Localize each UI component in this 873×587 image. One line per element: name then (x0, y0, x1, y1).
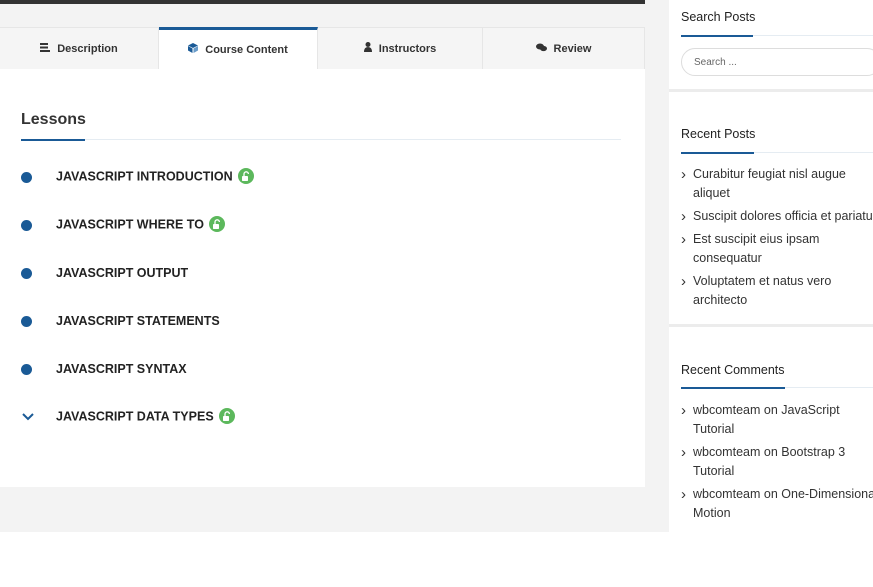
recent-comments-list: wbcomteam on JavaScript Tutorial wbcomte… (681, 401, 873, 527)
lesson-item[interactable]: JAVASCRIPT SYNTAX (21, 359, 187, 379)
unlock-icon (208, 216, 225, 232)
recent-posts-list: Curabitur feugiat nisl augue aliquet Sus… (681, 165, 873, 314)
cube-icon (188, 43, 199, 56)
post-link[interactable]: Suscipit dolores officia et pariatur (693, 209, 873, 223)
lesson-title: JAVASCRIPT OUTPUT (56, 266, 189, 280)
lesson-link[interactable]: JAVASCRIPT WHERE TO (56, 216, 225, 233)
lesson-link[interactable]: JAVASCRIPT INTRODUCTION (56, 168, 254, 185)
tab-review[interactable]: Review (483, 27, 645, 69)
list-item: wbcomteam on Bootstrap 3 Tutorial (681, 443, 873, 481)
search-input[interactable]: Search ... (681, 48, 873, 76)
post-link[interactable]: Est suscipit eius ipsam consequatur (693, 232, 819, 265)
widget-divider (681, 387, 873, 389)
widget-title: Recent Comments (681, 363, 785, 377)
tab-label: Instructors (378, 42, 437, 55)
chevron-down-icon[interactable] (21, 412, 35, 423)
tab-course-content[interactable]: Course Content (159, 27, 318, 69)
list-item[interactable]: Est suscipit eius ipsam consequatur (681, 230, 873, 268)
tab-label: Description (57, 42, 118, 55)
comment-on: on (763, 403, 778, 417)
lesson-bullet (21, 363, 32, 375)
list-item: wbcomteam on One-Dimensional Motion (681, 485, 873, 523)
list-item[interactable]: Suscipit dolores officia et pariatur (681, 207, 873, 226)
widget-title: Search Posts (681, 10, 756, 24)
lessons-heading: Lessons (21, 111, 86, 128)
comment-author[interactable]: wbcomteam (693, 403, 760, 417)
tab-description[interactable]: Description (0, 27, 159, 69)
comments-icon (535, 43, 547, 55)
lesson-bullet (21, 315, 32, 327)
lesson-link[interactable]: JAVASCRIPT OUTPUT (56, 266, 188, 280)
lesson-link[interactable]: JAVASCRIPT STATEMENTS (56, 314, 220, 328)
lesson-bullet (21, 171, 32, 183)
widget-divider (681, 152, 873, 154)
search-widget: Search Posts Search ... (669, 0, 873, 92)
unlock-icon (218, 408, 235, 424)
lesson-title: JAVASCRIPT STATEMENTS (56, 314, 220, 328)
lesson-item[interactable]: JAVASCRIPT STATEMENTS (21, 311, 220, 331)
lesson-title: JAVASCRIPT WHERE TO (56, 217, 204, 232)
list-item: wbcomteam on JavaScript Tutorial (681, 401, 873, 439)
lesson-item[interactable]: JAVASCRIPT INTRODUCTION (21, 167, 254, 187)
lesson-bullet (21, 219, 32, 231)
comment-author[interactable]: wbcomteam (693, 487, 760, 501)
comment-on: on (763, 487, 778, 501)
lesson-title: JAVASCRIPT DATA TYPES (56, 409, 214, 424)
course-content-panel: Lessons JAVASCRIPT INTRODUCTION JAVASCRI… (0, 69, 645, 487)
course-tabs: Description Course Content Instructors R… (0, 27, 645, 69)
recent-comments-widget: Recent Comments wbcomteam on JavaScript … (669, 350, 873, 532)
post-link[interactable]: Voluptatem et natus vero architecto (693, 274, 831, 307)
lesson-title: JAVASCRIPT SYNTAX (56, 362, 187, 376)
tab-label: Course Content (205, 43, 288, 56)
lesson-title: JAVASCRIPT INTRODUCTION (56, 169, 233, 184)
search-placeholder: Search ... (694, 56, 737, 68)
lesson-item[interactable]: JAVASCRIPT OUTPUT (21, 263, 188, 283)
lesson-bullet (21, 267, 32, 279)
post-link[interactable]: Curabitur feugiat nisl augue aliquet (693, 167, 846, 200)
tab-instructors[interactable]: Instructors (318, 27, 483, 69)
lessons-divider (21, 139, 621, 141)
tab-label: Review (553, 42, 592, 55)
list-item[interactable]: Curabitur feugiat nisl augue aliquet (681, 165, 873, 203)
unlock-icon (237, 168, 254, 184)
list-item[interactable]: Voluptatem et natus vero architecto (681, 272, 873, 310)
recent-posts-widget: Recent Posts Curabitur feugiat nisl augu… (669, 114, 873, 327)
comment-on: on (763, 445, 778, 459)
widget-divider (681, 35, 873, 37)
lesson-link[interactable]: JAVASCRIPT SYNTAX (56, 362, 187, 376)
page: Description Course Content Instructors R… (0, 0, 873, 587)
book-icon (40, 42, 51, 55)
lesson-link[interactable]: JAVASCRIPT DATA TYPES (56, 408, 235, 425)
lesson-item[interactable]: JAVASCRIPT DATA TYPES (21, 407, 235, 427)
comment-author[interactable]: wbcomteam (693, 445, 760, 459)
widget-title: Recent Posts (681, 127, 756, 141)
top-bar (0, 0, 645, 4)
user-icon (363, 42, 372, 55)
lesson-item[interactable]: JAVASCRIPT WHERE TO (21, 215, 225, 235)
